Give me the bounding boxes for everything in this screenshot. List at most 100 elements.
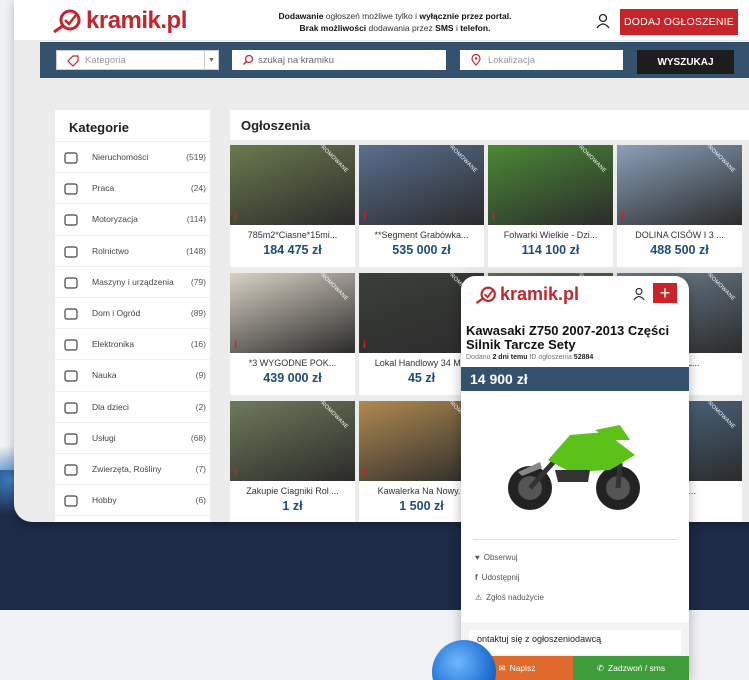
sidebar-item-2[interactable]: Motoryzacja (114)	[55, 204, 210, 236]
listing-price: 14 900 zł	[461, 367, 689, 391]
sidebar-item-9[interactable]: Usługi (68)	[55, 423, 210, 454]
sidebar-item-label: Elektronika	[92, 339, 135, 350]
promo-badge: PROMOWANE	[574, 145, 608, 175]
listing-card[interactable]: PROMOWANE i **Segment Grabówka... 535 000 z…	[359, 145, 484, 267]
sidebar-item-label: Motoryzacja	[92, 214, 138, 225]
sidebar-item-5[interactable]: Dom i Ogród (89)	[55, 298, 210, 330]
location-placeholder: Lokalizacja	[488, 54, 535, 66]
sidebar-item-label: Nieruchomości	[92, 152, 149, 163]
baby-icon	[64, 401, 78, 414]
sidebar-item-label: Dom i Ogród	[92, 308, 141, 319]
sidebar-item-count: (79)	[190, 276, 206, 287]
listing-card[interactable]: PROMOWANE i Zakupie Ciagniki Rol ... 1 zł	[230, 401, 355, 522]
sidebar-item-count: (114)	[186, 214, 206, 225]
plus-icon[interactable]: +	[653, 283, 677, 303]
search-input[interactable]: szukaj na kramiku	[232, 50, 446, 70]
sidebar-item-6[interactable]: Elektronika (16)	[55, 329, 210, 361]
graduation-icon	[64, 370, 78, 382]
listing-title: **Segment Grabówka...	[374, 230, 469, 240]
sidebar-item-count: (2)	[195, 401, 206, 412]
search-button[interactable]: WYSZUKAJ	[637, 50, 734, 74]
sidebar-item-8[interactable]: Dla dzieci (2)	[55, 392, 210, 423]
listing-photo[interactable]: PROMOWANE	[617, 145, 742, 225]
info-icon: i	[621, 211, 625, 223]
report-link[interactable]: ⚠ Zgłoś nadużycie	[461, 584, 689, 604]
listing-title: Zakupie Ciagniki Rol ...	[246, 486, 339, 496]
promo-badge: PROMOWANE	[703, 273, 737, 303]
motorcycle-icon	[508, 425, 640, 510]
sidebar-item-10[interactable]: Zwierzęta, Rośliny (7)	[55, 454, 210, 486]
sidebar-item-count: (24)	[190, 183, 206, 194]
listing-title: 785m2*Ciasne*15mi...	[247, 230, 338, 240]
sidebar-item-label: Zwierzęta, Rośliny	[92, 463, 162, 474]
listing-title: Folwarki Wielkie - Dzi...	[503, 230, 598, 240]
listing-price: 1 zł	[282, 499, 303, 513]
listing-title: Kawasaki Z750 2007-2013 Części Silnik Ta…	[466, 323, 670, 352]
listing-photo[interactable]: PROMOWANE	[230, 145, 355, 225]
sidebar-item-count: (16)	[190, 339, 206, 350]
listing-meta: Dodano 2 dni temu ID ogłoszenia:52884	[466, 354, 594, 361]
listing-photo[interactable]: PROMOWANE	[230, 273, 355, 353]
search-icon	[243, 54, 254, 65]
location-input[interactable]: Lokalizacja	[460, 50, 623, 70]
paw-icon	[64, 464, 78, 476]
sidebar-title: Kategorie	[55, 110, 210, 142]
phone-logo[interactable]: kramik.pl	[475, 284, 579, 305]
phone-call-icon: ✆	[596, 662, 604, 673]
promo-badge: PROMOWANE	[316, 273, 350, 303]
location-pin-icon	[471, 54, 481, 66]
info-icon: i	[234, 339, 238, 351]
sidebar-item-count: (68)	[190, 432, 206, 443]
sidebar-item-11[interactable]: Hobby (6)	[55, 485, 210, 517]
add-listing-button[interactable]: DODAJ OGŁOSZENIE	[620, 9, 738, 35]
sidebar-item-0[interactable]: Nieruchomości (519)	[55, 142, 210, 174]
sidebar-item-label: Rolnictwo	[92, 245, 129, 256]
facebook-icon: f	[475, 572, 478, 582]
info-icon: i	[363, 339, 367, 351]
sidebar-item-count: (148)	[186, 245, 206, 256]
sidebar-item-label: Usługi	[92, 432, 116, 443]
chevron-down-icon[interactable]: ▼	[204, 51, 218, 69]
sidebar-item-count: (6)	[195, 495, 206, 506]
phone-header: kramik.pl +	[461, 276, 689, 316]
share-link[interactable]: f Udostępnij	[461, 564, 689, 584]
follow-link[interactable]: ♥ Obserwuj	[461, 544, 689, 564]
promo-badge: PROMOWANE	[316, 145, 350, 175]
sidebar-item-label: Maszyny i urządzenia	[92, 276, 174, 287]
call-button[interactable]: ✆ Zadzwoń / sms	[573, 656, 689, 680]
listing-price: 535 000 zł	[392, 243, 451, 257]
phone-icon	[64, 339, 78, 351]
sidebar-item-count: (89)	[190, 308, 206, 319]
listing-card[interactable]: PROMOWANE i *3 WYGODNE POK... 439 000 zł	[230, 273, 355, 395]
sidebar-item-7[interactable]: Nauka (9)	[55, 360, 210, 392]
listing-photo[interactable]: PROMOWANE	[230, 401, 355, 481]
promo-badge: PROMOWANE	[445, 145, 479, 175]
kramik-logo[interactable]: kramik.pl	[52, 7, 187, 35]
sidebar-item-1[interactable]: Praca (24)	[55, 173, 210, 205]
logo-mark-icon	[53, 9, 81, 34]
sidebar-item-3[interactable]: Rolnictwo (148)	[55, 236, 210, 267]
tag-icon	[67, 55, 79, 67]
sofa-icon	[64, 308, 78, 320]
listing-card[interactable]: PROMOWANE i 785m2*Ciasne*15mi... 184 475 zł	[230, 145, 355, 267]
info-icon: i	[492, 211, 496, 223]
category-select[interactable]: Kategoria ▼	[56, 50, 219, 70]
warning-icon: ⚠	[475, 592, 483, 602]
search-bar: Kategoria ▼ szukaj na kramiku Lokalizacj…	[40, 42, 749, 78]
listing-price: 488 500 zł	[650, 243, 709, 257]
listing-photo[interactable]: PROMOWANE	[359, 145, 484, 225]
sidebar-item-4[interactable]: Maszyny i urządzenia (79)	[55, 267, 210, 298]
listing-card[interactable]: PROMOWANE i Folwarki Wielkie - Dzi... 114 1…	[488, 145, 613, 267]
motorcycle-image[interactable]	[461, 391, 689, 539]
promo-badge: PROMOWANE	[703, 401, 737, 431]
listing-card[interactable]: PROMOWANE i DOLINA CISÓW I 3 ... 488 500 zł	[617, 145, 742, 267]
phone-logo-text: kramik.pl	[500, 284, 580, 304]
listing-photo[interactable]: PROMOWANE	[488, 145, 613, 225]
listing-price: 184 475 zł	[263, 243, 322, 257]
user-icon[interactable]	[633, 287, 645, 301]
search-placeholder: szukaj na kramiku	[258, 54, 335, 66]
phone-mockup: kramik.pl + Kawasaki Z750 2007-2013 Częś…	[461, 276, 689, 680]
machine-icon	[64, 277, 78, 289]
user-icon[interactable]	[596, 13, 610, 29]
mail-icon: ✉	[498, 662, 506, 673]
